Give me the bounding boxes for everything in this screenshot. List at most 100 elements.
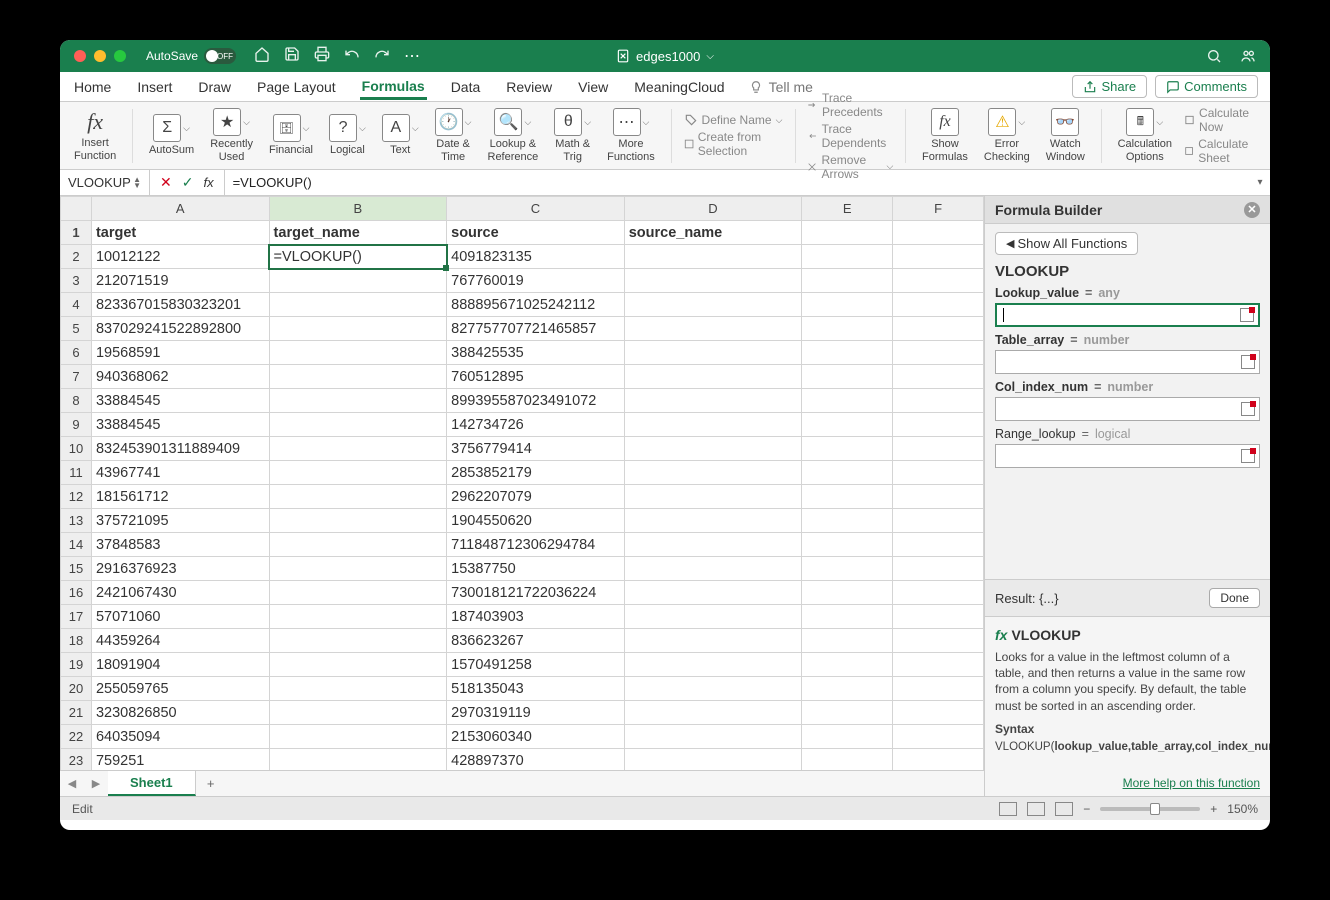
cell-A21[interactable]: 3230826850 (91, 701, 269, 725)
text-button[interactable]: A⌵Text (378, 114, 423, 156)
cell-C8[interactable]: 899395587023491072 (447, 389, 625, 413)
cell-E23[interactable] (802, 749, 893, 771)
arg-input-3[interactable] (995, 444, 1260, 468)
cell-C12[interactable]: 2962207079 (447, 485, 625, 509)
lookup-reference-button[interactable]: 🔍⌵Lookup & Reference (484, 108, 543, 162)
trace-dependents-button[interactable]: Trace Dependents (807, 122, 893, 150)
cell-D10[interactable] (624, 437, 802, 461)
cell-C15[interactable]: 15387750 (447, 557, 625, 581)
cell-B20[interactable] (269, 677, 447, 701)
cell-A10[interactable]: 832453901311889409 (91, 437, 269, 461)
calculate-now-button[interactable]: Calculate Now (1184, 106, 1260, 134)
col-header-E[interactable]: E (802, 197, 893, 221)
arg-input-0[interactable] (995, 303, 1260, 327)
spreadsheet-grid[interactable]: A B C D E F 1 target target_name source … (60, 196, 984, 770)
cell-C19[interactable]: 1570491258 (447, 653, 625, 677)
arg-input-2[interactable] (995, 397, 1260, 421)
menu-page-layout[interactable]: Page Layout (255, 75, 338, 99)
more-help-link[interactable]: More help on this function (1123, 776, 1260, 790)
cell-B5[interactable] (269, 317, 447, 341)
calculate-sheet-button[interactable]: Calculate Sheet (1184, 137, 1260, 165)
add-sheet-button[interactable]: + (196, 776, 226, 791)
tab-next-button[interactable]: ▶ (84, 777, 108, 790)
cell-A19[interactable]: 18091904 (91, 653, 269, 677)
share-button[interactable]: Share (1072, 75, 1147, 98)
row-header-8[interactable]: 8 (61, 389, 92, 413)
cell-D12[interactable] (624, 485, 802, 509)
view-page-layout-button[interactable] (1027, 802, 1045, 816)
cell-A1[interactable]: target (91, 221, 269, 245)
cell-B2[interactable]: =VLOOKUP() (269, 245, 447, 269)
cell-B18[interactable] (269, 629, 447, 653)
cell-C23[interactable]: 428897370 (447, 749, 625, 771)
cell-F10[interactable] (893, 437, 984, 461)
logical-button[interactable]: ?⌵Logical (325, 114, 370, 156)
cell-E1[interactable] (802, 221, 893, 245)
cell-A15[interactable]: 2916376923 (91, 557, 269, 581)
trace-precedents-button[interactable]: Trace Precedents (807, 91, 893, 119)
cell-C11[interactable]: 2853852179 (447, 461, 625, 485)
row-header-12[interactable]: 12 (61, 485, 92, 509)
cell-B4[interactable] (269, 293, 447, 317)
row-header-16[interactable]: 16 (61, 581, 92, 605)
autosave-toggle[interactable]: AutoSave OFF (146, 48, 236, 64)
cell-C17[interactable]: 187403903 (447, 605, 625, 629)
col-header-B[interactable]: B (269, 197, 447, 221)
zoom-out-button[interactable]: − (1083, 802, 1090, 816)
col-header-F[interactable]: F (893, 197, 984, 221)
cell-F22[interactable] (893, 725, 984, 749)
cell-F15[interactable] (893, 557, 984, 581)
cell-E13[interactable] (802, 509, 893, 533)
zoom-slider[interactable] (1100, 807, 1200, 811)
range-selector-icon[interactable] (1241, 402, 1255, 416)
row-header-19[interactable]: 19 (61, 653, 92, 677)
cell-B13[interactable] (269, 509, 447, 533)
undo-icon[interactable] (344, 46, 360, 62)
cell-F20[interactable] (893, 677, 984, 701)
cell-E7[interactable] (802, 365, 893, 389)
cell-F11[interactable] (893, 461, 984, 485)
cell-F4[interactable] (893, 293, 984, 317)
cell-B15[interactable] (269, 557, 447, 581)
cell-B23[interactable] (269, 749, 447, 771)
menu-formulas[interactable]: Formulas (360, 74, 427, 100)
cell-C7[interactable]: 760512895 (447, 365, 625, 389)
cell-C1[interactable]: source (447, 221, 625, 245)
cell-C18[interactable]: 836623267 (447, 629, 625, 653)
formula-input[interactable]: =VLOOKUP() (225, 175, 1250, 190)
menu-review[interactable]: Review (504, 75, 554, 99)
cell-A7[interactable]: 940368062 (91, 365, 269, 389)
math-trig-button[interactable]: θ⌵Math & Trig (550, 108, 595, 162)
minimize-window-button[interactable] (94, 50, 106, 62)
cell-B16[interactable] (269, 581, 447, 605)
cell-A23[interactable]: 759251 (91, 749, 269, 771)
create-from-selection-button[interactable]: Create from Selection (684, 130, 783, 158)
cell-A11[interactable]: 43967741 (91, 461, 269, 485)
cell-D8[interactable] (624, 389, 802, 413)
redo-icon[interactable] (374, 46, 390, 62)
cell-A2[interactable]: 10012122 (91, 245, 269, 269)
cell-D20[interactable] (624, 677, 802, 701)
cell-C21[interactable]: 2970319119 (447, 701, 625, 725)
cell-E8[interactable] (802, 389, 893, 413)
tell-me-search[interactable]: Tell me (749, 79, 813, 95)
date-time-button[interactable]: 🕐⌵Date & Time (431, 108, 476, 162)
arg-input-1[interactable] (995, 350, 1260, 374)
row-header-23[interactable]: 23 (61, 749, 92, 771)
row-header-9[interactable]: 9 (61, 413, 92, 437)
row-header-11[interactable]: 11 (61, 461, 92, 485)
watch-window-button[interactable]: 👓Watch Window (1042, 108, 1089, 162)
cell-B6[interactable] (269, 341, 447, 365)
cell-B21[interactable] (269, 701, 447, 725)
cell-A14[interactable]: 37848583 (91, 533, 269, 557)
cell-D16[interactable] (624, 581, 802, 605)
cell-B22[interactable] (269, 725, 447, 749)
cell-C22[interactable]: 2153060340 (447, 725, 625, 749)
zoom-in-button[interactable]: + (1210, 802, 1217, 816)
row-header-10[interactable]: 10 (61, 437, 92, 461)
cell-B8[interactable] (269, 389, 447, 413)
home-icon[interactable] (254, 46, 270, 62)
cell-E21[interactable] (802, 701, 893, 725)
cell-D5[interactable] (624, 317, 802, 341)
comments-button[interactable]: Comments (1155, 75, 1258, 98)
